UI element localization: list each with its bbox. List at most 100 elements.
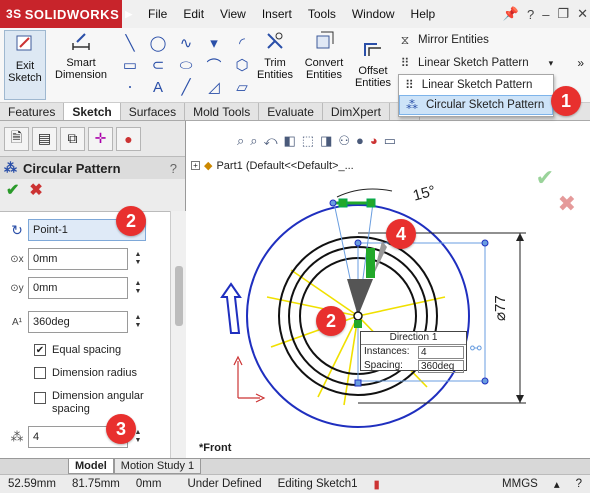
point-icon[interactable]: ⋅ [116, 76, 144, 98]
dropdown-linear-sketch-pattern[interactable]: ⠿ Linear Sketch Pattern [399, 75, 553, 95]
tab-model[interactable]: Model [68, 459, 114, 474]
mirror-entities-label: Mirror Entities [418, 34, 489, 46]
direction-handle[interactable] [373, 241, 387, 276]
units-dropdown-icon[interactable]: ▴ [546, 477, 568, 491]
spacing-input[interactable]: 360deg [418, 360, 464, 373]
property-manager: 🗎 ▤ ⧉ ✛ ● ⁂ Circular Pattern ? ✔ ✖ ↻ Poi… [0, 121, 186, 458]
pattern-entity-green[interactable] [366, 248, 375, 278]
x-center-field[interactable]: 0mm [28, 248, 128, 270]
slot-icon[interactable]: ⊂ [144, 54, 172, 76]
pm-scrollbar[interactable] [170, 211, 186, 458]
feature-manager-tab-icon[interactable]: 🗎 [4, 126, 29, 151]
linear-sketch-pattern-label: Linear Sketch Pattern [418, 57, 529, 69]
menu-edit[interactable]: Edit [175, 7, 212, 21]
configuration-manager-tab-icon[interactable]: ⧉ [60, 126, 85, 151]
exit-sketch-button[interactable]: Exit Sketch [4, 30, 46, 100]
minimize-icon[interactable]: – [542, 7, 549, 22]
text-icon[interactable]: A [144, 76, 172, 98]
cancel-x-icon[interactable]: ✖ [29, 180, 42, 200]
dimension-angular-checkbox[interactable] [34, 392, 46, 404]
line-icon[interactable]: ╲ [116, 32, 144, 54]
rectangle-icon[interactable]: ▭ [116, 54, 144, 76]
menu-tools[interactable]: Tools [300, 7, 344, 21]
menu-insert[interactable]: Insert [254, 7, 300, 21]
help-icon[interactable]: ? [527, 7, 534, 22]
sketch-tools-grid: ╲ ◯ ∿ ▾ ◜ ▭ ⊂ ⬭ ⌒ ⬡ ⋅ A ╱ ◿ ▱ [116, 32, 256, 98]
mirror-icon: ⧖ [400, 32, 410, 47]
close-icon[interactable]: ✕ [577, 6, 588, 22]
status-y: 81.75mm [71, 478, 120, 490]
center-point-handle[interactable] [354, 320, 362, 328]
y-center-field[interactable]: 0mm [28, 277, 128, 299]
menu-file[interactable]: File [140, 7, 175, 21]
tab-evaluate[interactable]: Evaluate [259, 103, 323, 120]
instances-line: Instances: 4 [361, 345, 466, 359]
smart-dimension-button[interactable]: Smart Dimension [50, 30, 112, 81]
angle-field[interactable]: 360deg [28, 311, 128, 333]
pin-icon[interactable]: 📌 [503, 6, 519, 22]
offset-entities-button[interactable]: Offset Entities [352, 38, 394, 89]
diameter-dimension[interactable]: ⌀77 [491, 295, 509, 321]
equal-spacing-row[interactable]: ✔ Equal spacing [34, 344, 121, 356]
mirror-entities-button[interactable]: ⧖ Mirror Entities [398, 33, 489, 47]
pattern-dropdown-arrow-icon[interactable]: ▾ [549, 58, 554, 69]
solidworks-logo[interactable]: 3S SOLIDWORKS ▶ [0, 0, 132, 28]
trim-entities-button[interactable]: Trim Entities [252, 30, 298, 81]
spacing-label: Spacing: [364, 360, 403, 371]
dimxpert-manager-tab-icon[interactable]: ✛ [88, 126, 113, 151]
scroll-thumb[interactable] [175, 266, 183, 326]
linear-sketch-pattern-button[interactable]: ⠿ Linear Sketch Pattern ▾ [398, 56, 554, 70]
tab-motion-study[interactable]: Motion Study 1 [113, 459, 202, 474]
dimension-radius-row[interactable]: Dimension radius [34, 367, 137, 379]
centerline-icon[interactable]: ╱ [172, 76, 200, 98]
display-manager-tab-icon[interactable]: ● [116, 126, 141, 151]
x-spinner[interactable]: ▲ ▼ [132, 248, 144, 270]
menu-view[interactable]: View [212, 7, 254, 21]
tab-mold-tools[interactable]: Mold Tools [185, 103, 260, 120]
dimension-radius-checkbox[interactable] [34, 367, 46, 379]
smart-dropdown-icon[interactable]: ▾ [200, 32, 228, 54]
offset-entities-label: Offset Entities [354, 65, 392, 89]
selected-point[interactable] [338, 198, 348, 208]
logo-text: SOLIDWORKS [24, 6, 120, 22]
spline-icon[interactable]: ∿ [172, 32, 200, 54]
convert-entities-button[interactable]: Convert Entities [300, 30, 348, 81]
instances-input[interactable]: 4 [418, 346, 464, 359]
center-point[interactable] [353, 311, 363, 321]
equal-spacing-checkbox[interactable]: ✔ [34, 344, 46, 356]
help-status-icon[interactable]: ? [568, 478, 590, 490]
circle-icon[interactable]: ◯ [144, 32, 172, 54]
menu-help[interactable]: Help [403, 7, 444, 21]
chamfer-icon[interactable]: ◿ [200, 76, 228, 98]
dropdown-circular-sketch-pattern[interactable]: ⁂ Circular Sketch Pattern [399, 95, 553, 115]
tab-features[interactable]: Features [0, 103, 65, 120]
pm-help-icon[interactable]: ? [170, 161, 177, 176]
model-tabs: Model Motion Study 1 [0, 458, 590, 474]
exit-sketch-label: Exit Sketch [8, 60, 42, 84]
title-icons: 📌 ? – ❐ ✕ [503, 0, 588, 28]
selected-point[interactable] [366, 198, 376, 208]
graphics-area[interactable]: ⌕ ⌕ ⤺ ◧ ⬚ ◨ ⚇ ● ◕ ▭ + ◆ Part1 (Default<<… [187, 121, 590, 458]
equal-spacing-label: Equal spacing [52, 344, 122, 356]
tab-sketch[interactable]: Sketch [64, 103, 121, 120]
link-icon: ⚯ [470, 341, 482, 357]
angle-row: A¹ 360deg ▲ ▼ [6, 311, 144, 333]
arc-icon[interactable]: ⌒ [200, 54, 228, 76]
ok-check-icon[interactable]: ✔ [6, 180, 19, 200]
trim-icon [267, 32, 283, 49]
tab-surfaces[interactable]: Surfaces [121, 103, 186, 120]
linear-pattern-icon: ⠿ [405, 78, 414, 92]
y-spinner[interactable]: ▲ ▼ [132, 277, 144, 299]
ellipse-icon[interactable]: ⬭ [172, 54, 200, 76]
angle-spinner[interactable]: ▲ ▼ [132, 311, 144, 333]
reverse-direction-icon[interactable]: ↻ [6, 222, 28, 239]
restore-icon[interactable]: ❐ [557, 6, 569, 22]
dimension-angular-row[interactable]: Dimension angular spacing [34, 390, 152, 416]
status-units[interactable]: MMGS [494, 478, 546, 490]
direction-arrow-icon[interactable] [220, 282, 242, 334]
menu-window[interactable]: Window [344, 7, 403, 21]
tab-dimxpert[interactable]: DimXpert [323, 103, 390, 120]
property-manager-tab-icon[interactable]: ▤ [32, 126, 57, 151]
callout-2-property: 2 [116, 206, 146, 236]
expand-chevron-icon[interactable]: » [577, 56, 584, 70]
